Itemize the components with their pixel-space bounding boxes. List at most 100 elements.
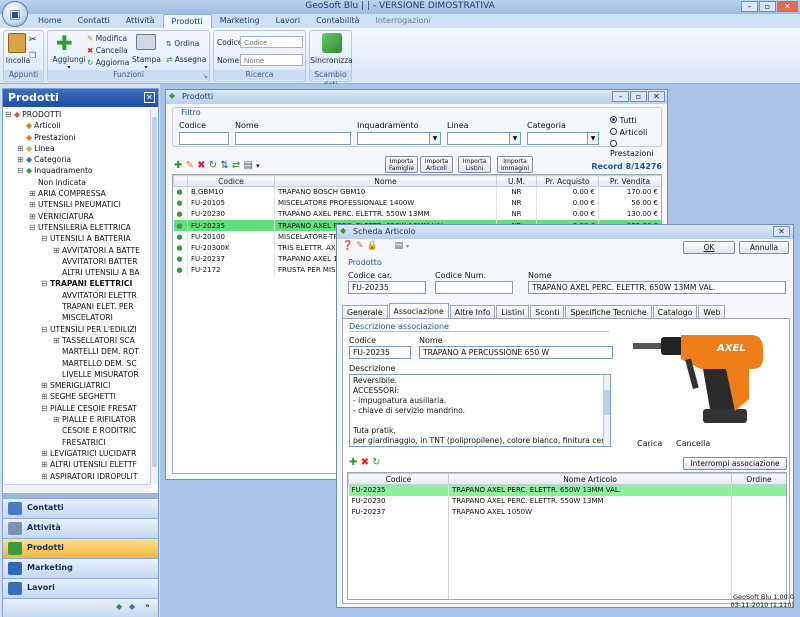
tree-node[interactable]: ⊟ PIALLE CESOIE FRESAT bbox=[5, 403, 150, 414]
scroll-thumb[interactable] bbox=[152, 117, 157, 467]
ribbon-tab-prodotti[interactable]: Prodotti bbox=[162, 14, 212, 28]
import-button[interactable]: Importa Immagini bbox=[497, 156, 533, 173]
print-icon[interactable]: ▤ bbox=[395, 241, 404, 251]
tree-node[interactable]: AVVITATORI BATTER bbox=[5, 256, 150, 267]
nav-button-lavori[interactable]: Lavori bbox=[3, 578, 158, 598]
order-button[interactable]: ⇅ Ordina bbox=[166, 39, 199, 48]
tree-node[interactable]: ⊟ ◆ PRODOTTI bbox=[5, 109, 150, 120]
products-minimize-button[interactable]: – bbox=[612, 91, 629, 102]
refresh-icon[interactable]: ↻ bbox=[372, 457, 380, 468]
refresh-icon[interactable]: ↻ bbox=[209, 160, 217, 171]
table-row[interactable]: ● B.GBM10 TRAPANO BOSCH GBM10 NR 0.00 €170.0… bbox=[173, 186, 661, 198]
assign-button[interactable]: ⇄ Assegna bbox=[166, 55, 206, 64]
assoc-code-field[interactable]: FU-20235 bbox=[349, 346, 411, 359]
tab-generale[interactable]: Generale bbox=[342, 305, 388, 318]
column-header[interactable]: Nome bbox=[274, 175, 497, 187]
table-row[interactable]: FU-20235 TRAPANO AXEL PERC. ELETTR. 650W … bbox=[348, 484, 786, 496]
tree-node[interactable]: ⊟ ◆ Inquadramento bbox=[5, 165, 150, 176]
tree-node[interactable]: ◆ Articoli bbox=[5, 120, 150, 131]
overflow-icon-2[interactable]: ◆ bbox=[129, 602, 135, 611]
tree-horizontal-scrollbar[interactable] bbox=[5, 484, 150, 492]
expand-icon[interactable]: ⊞ bbox=[53, 414, 62, 425]
print-icon[interactable]: ▤ bbox=[243, 160, 252, 171]
expand-icon[interactable]: ⊞ bbox=[17, 154, 26, 165]
tree-node[interactable]: Non indicata bbox=[5, 177, 150, 188]
overflow-icon-1[interactable]: ◆ bbox=[116, 602, 122, 611]
column-header[interactable]: U.M. bbox=[496, 175, 537, 187]
edit-button[interactable]: ✎ Modifica bbox=[87, 34, 127, 43]
column-header[interactable]: Pr. Acquisto bbox=[536, 175, 599, 187]
assign-icon[interactable]: ⇄ bbox=[232, 160, 240, 171]
tree-node[interactable]: MARTELLI DEM. ROT bbox=[5, 346, 150, 357]
tab-associazione[interactable]: Associazione bbox=[388, 303, 449, 318]
ribbon-tab-contatti[interactable]: Contatti bbox=[70, 14, 118, 28]
tree-node[interactable]: ⊞ ARIA COMPRESSA bbox=[5, 188, 150, 199]
delete-button[interactable]: ✖ Cancella bbox=[87, 46, 128, 55]
assoc-description-textarea[interactable]: Reversibile. ACCESSORI: - impugnatura ausi… bbox=[349, 374, 611, 447]
close-button[interactable]: ✕ bbox=[777, 1, 798, 12]
import-button[interactable]: Importa Listini bbox=[458, 156, 491, 173]
sync-button[interactable]: Sincronizza bbox=[310, 56, 353, 65]
expand-icon[interactable]: ⊞ bbox=[29, 188, 38, 199]
filter-code-input[interactable] bbox=[179, 132, 229, 145]
column-header[interactable]: Codice bbox=[348, 473, 449, 485]
expand-icon[interactable]: ⊞ bbox=[41, 380, 50, 391]
codice-car-field[interactable]: FU-20235 bbox=[348, 281, 426, 294]
tab-specifichetecniche[interactable]: Specifiche Tecniche bbox=[565, 305, 652, 318]
tree-node[interactable]: ⊞ ◆ Categoria bbox=[5, 154, 150, 165]
tree-node[interactable]: ⊟ UTENSILERIA ELETTRICA bbox=[5, 222, 150, 233]
delete-icon[interactable]: ✖ bbox=[197, 160, 205, 171]
import-button[interactable]: Importa Articoli bbox=[420, 156, 453, 173]
tree-node[interactable]: ⊞ LEVIGATRICI LUCIDATR bbox=[5, 448, 150, 459]
expand-icon[interactable]: ⊞ bbox=[17, 143, 26, 154]
tree-node[interactable]: ⊞ UTENSILI PNEUMATICI bbox=[5, 199, 150, 210]
assoc-name-field[interactable]: TRAPANO A PERCUSSIONE 650 W bbox=[419, 346, 613, 359]
filter-name-input[interactable] bbox=[235, 132, 351, 145]
nome-field[interactable]: TRAPANO AXEL PERC. ELETTR. 650W 13MM VAL… bbox=[528, 281, 786, 294]
refresh-button[interactable]: ↻ Aggiorna bbox=[87, 58, 129, 67]
import-button[interactable]: Importa Famiglie bbox=[385, 156, 418, 173]
cancella-image-button[interactable]: Cancella bbox=[676, 439, 710, 448]
tree-node[interactable]: TRAPANI ELET. PER bbox=[5, 301, 150, 312]
tree-node[interactable]: ⊞ VERNICIATURA bbox=[5, 211, 150, 222]
chevron-down-icon[interactable]: ▼ bbox=[587, 133, 598, 144]
products-maximize-button[interactable]: ▫ bbox=[630, 91, 647, 102]
ok-button[interactable]: OK bbox=[683, 241, 735, 254]
overflow-chevron-icon[interactable]: » bbox=[145, 601, 150, 610]
ribbon-tab-interrogazioni[interactable]: Interrogazioni bbox=[367, 14, 438, 28]
ribbon-tab-home[interactable]: Home bbox=[30, 14, 70, 28]
help-icon[interactable]: ❓ bbox=[342, 241, 353, 251]
expand-icon[interactable]: ⊞ bbox=[29, 199, 38, 210]
tab-altreinfo[interactable]: Altre Info bbox=[449, 305, 496, 318]
tree-vertical-scrollbar[interactable] bbox=[150, 109, 158, 484]
column-header[interactable]: Pr. Vendita bbox=[598, 175, 661, 187]
filter-linea-select[interactable]: ▼ bbox=[447, 132, 521, 145]
ribbon-tab-marketing[interactable]: Marketing bbox=[212, 14, 268, 28]
sort-icon[interactable]: ⇅ bbox=[220, 160, 228, 171]
scroll-thumb[interactable] bbox=[604, 390, 610, 415]
close-panel-icon[interactable]: ✕ bbox=[144, 92, 155, 103]
edit-icon[interactable]: ✎ bbox=[186, 160, 194, 171]
interrompi-associazione-button[interactable]: Interrompi associazione bbox=[683, 457, 787, 470]
table-row[interactable]: FU-20237 TRAPANO AXEL 1050W bbox=[348, 506, 786, 519]
maximize-button[interactable]: ▫ bbox=[759, 1, 776, 12]
print-button[interactable]: Stampa bbox=[132, 55, 161, 64]
tree-node[interactable]: MISCELATORI bbox=[5, 312, 150, 323]
filter-inquadramento-select[interactable]: ▼ bbox=[357, 132, 441, 145]
radio-tutti[interactable]: Tutti bbox=[610, 116, 661, 128]
nav-button-prodotti[interactable]: Prodotti bbox=[3, 538, 158, 558]
chevron-down-icon[interactable]: ▾ bbox=[406, 243, 409, 250]
cut-icon[interactable]: ✂ bbox=[29, 35, 37, 45]
tab-web[interactable]: Web bbox=[698, 305, 726, 318]
expand-icon[interactable]: ⊞ bbox=[53, 335, 62, 346]
expand-icon[interactable]: ⊞ bbox=[41, 448, 50, 459]
paste-button[interactable]: Incolla bbox=[5, 56, 31, 65]
collapse-icon[interactable]: ⊟ bbox=[41, 278, 50, 289]
tab-sconti[interactable]: Sconti bbox=[530, 305, 565, 318]
column-header[interactable]: Nome Articolo bbox=[448, 473, 732, 485]
tab-catalogo[interactable]: Catalogo bbox=[652, 305, 698, 318]
radio-prestazioni[interactable]: Prestazioni bbox=[610, 140, 661, 158]
tree-node[interactable]: ALTRI UTENSILI A BA bbox=[5, 267, 150, 278]
nav-button-contatti[interactable]: Contatti bbox=[3, 498, 158, 518]
ribbon-tab-contabilit[interactable]: Contabilità bbox=[308, 14, 367, 28]
